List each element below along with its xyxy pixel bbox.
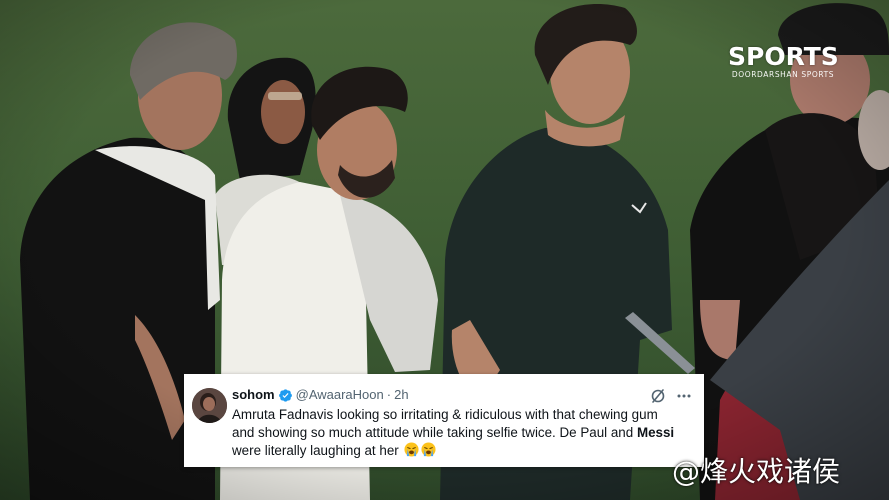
- broadcaster-logo-main: SPORTS: [728, 42, 839, 71]
- tweet-body: Amruta Fadnavis looking so irritating & …: [232, 406, 694, 460]
- avatar[interactable]: [192, 388, 227, 423]
- tweet-card[interactable]: sohom @AwaaraHoon · 2h Amruta Fadnavis l…: [184, 374, 704, 467]
- tweet-text-line-1: Amruta Fadnavis looking so irritating & …: [232, 407, 658, 422]
- tweet-actions: [650, 386, 692, 406]
- watermark: @烽火戏诸侯: [672, 455, 841, 488]
- grok-icon[interactable]: [650, 388, 666, 404]
- tweet-header: sohom @AwaaraHoon · 2h: [232, 386, 692, 404]
- broadcaster-logo-sub: DOORDARSHAN SPORTS: [731, 70, 835, 79]
- tweet-separator: ·: [386, 387, 392, 402]
- tweet-author-name[interactable]: sohom: [232, 386, 275, 404]
- verified-badge-icon: [278, 388, 292, 402]
- avatar-image: [192, 388, 227, 423]
- crying-face-emoji: [421, 442, 436, 457]
- video-frame: SPORTS DOORDARSHAN SPORTS sohom @AwaaraH…: [0, 0, 889, 500]
- tweet-timestamp[interactable]: 2h: [394, 386, 408, 404]
- tweet-author-handle[interactable]: @AwaaraHoon: [296, 386, 384, 404]
- more-options-icon[interactable]: [676, 388, 692, 404]
- crying-face-emoji: [404, 442, 419, 457]
- tweet-text-line-2: and showing so much attitude while takin…: [232, 425, 637, 440]
- tweet-text-bold: Messi: [636, 425, 675, 440]
- broadcaster-logo: SPORTS DOORDARSHAN SPORTS: [728, 42, 839, 80]
- tweet-text-line-3: were literally laughing at her: [232, 443, 399, 458]
